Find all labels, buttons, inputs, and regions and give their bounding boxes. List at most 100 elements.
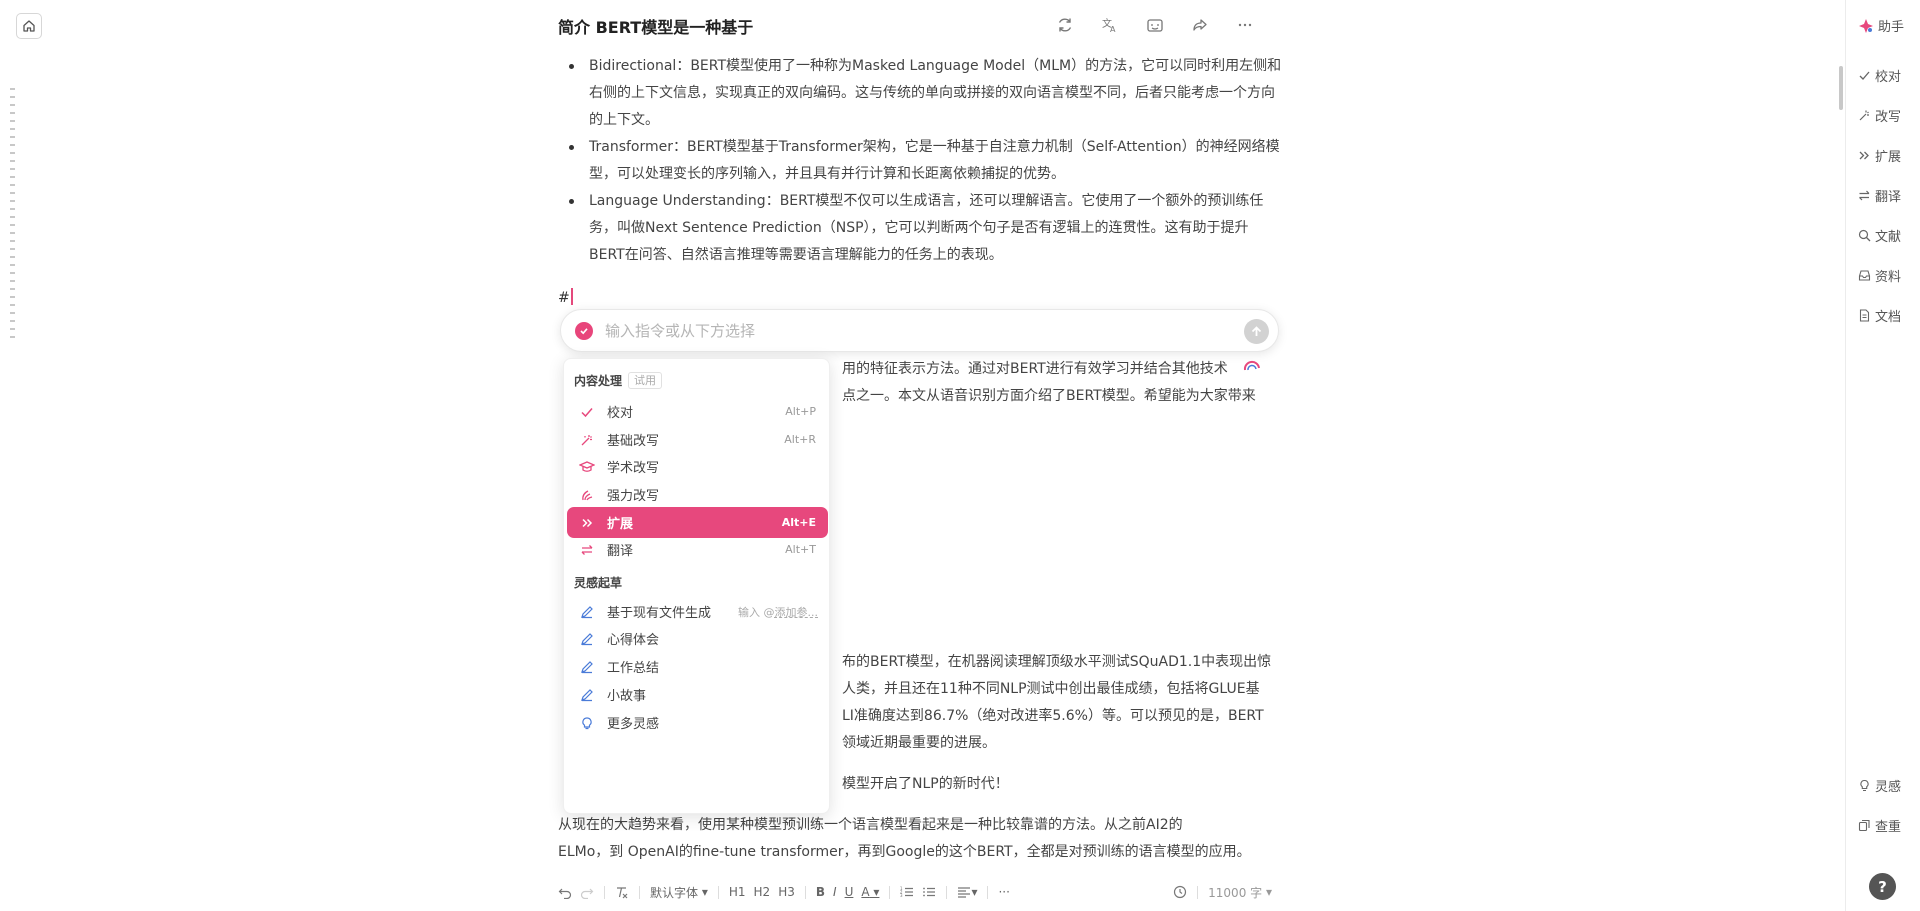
ordered-list-icon[interactable]: 123 xyxy=(900,881,914,903)
toolbar-divider xyxy=(889,885,891,899)
heading3-button[interactable]: H3 xyxy=(778,881,795,903)
more-icon[interactable] xyxy=(1234,14,1256,36)
send-button[interactable] xyxy=(1244,319,1269,344)
menu-item-work-summary[interactable]: 工作总结 xyxy=(567,651,828,682)
translate-icon[interactable]: 文A xyxy=(1099,14,1121,36)
scrollbar-thumb[interactable] xyxy=(1839,66,1843,110)
attach-file-hint[interactable]: 输入 @添加参... xyxy=(738,604,818,620)
right-tool-label: 改写 xyxy=(1875,110,1902,125)
pen-icon xyxy=(577,629,597,649)
partial-paragraph-line[interactable]: 人类，并且还在11种不同NLP测试中创出最佳成绩，包括将GLUE基 xyxy=(842,676,1260,703)
bullet-list-icon[interactable] xyxy=(922,881,936,903)
toolbar-divider xyxy=(717,885,719,899)
share-icon[interactable] xyxy=(1189,14,1211,36)
heading1-button[interactable]: H1 xyxy=(729,881,746,903)
menu-item-translate[interactable]: 翻译 Alt+T xyxy=(567,534,828,565)
heading-marker: # xyxy=(558,290,570,306)
paragraph-line[interactable]: ELMo，到 OpenAI的fine-tune transformer，再到Go… xyxy=(558,839,1251,866)
ai-logo-icon xyxy=(575,322,593,340)
ai-command-input[interactable] xyxy=(605,320,1205,342)
menu-item-shortcut: Alt+P xyxy=(785,405,816,418)
document-outline-markers[interactable] xyxy=(10,88,15,342)
menu-item-label: 心得体会 xyxy=(607,633,660,648)
heading-line[interactable]: # xyxy=(558,288,573,306)
heading2-button[interactable]: H2 xyxy=(754,881,771,903)
menu-item-label: 基础改写 xyxy=(607,434,660,449)
bullet-item[interactable]: Bidirectional：BERT模型使用了一种称为Masked Langua… xyxy=(558,53,1284,134)
underline-button[interactable]: U xyxy=(845,881,854,903)
sparkle-rewrite-icon xyxy=(577,430,597,450)
right-tool-rewrite[interactable]: 改写 xyxy=(1858,106,1901,125)
text-color-button[interactable]: A ▾ xyxy=(861,881,879,903)
menu-item-label: 基于现有文件生成 xyxy=(607,606,712,621)
menu-item-label: 学术改写 xyxy=(607,461,660,476)
feature-bullet-list[interactable]: Bidirectional：BERT模型使用了一种称为Masked Langua… xyxy=(558,53,1284,269)
right-tool-plagiarism-check[interactable]: 查重 xyxy=(1858,816,1901,835)
menu-item-more-ideas[interactable]: 更多灵感 xyxy=(567,707,828,738)
menu-item-reflection[interactable]: 心得体会 xyxy=(567,623,828,654)
right-tool-documents[interactable]: 文档 xyxy=(1858,306,1901,325)
toolbar-divider xyxy=(946,885,948,899)
right-tool-proofread[interactable]: 校对 xyxy=(1858,66,1901,85)
more-options-icon[interactable]: ··· xyxy=(998,881,1009,903)
history-clock-icon[interactable] xyxy=(1173,881,1187,903)
paragraph-line[interactable]: 从现在的大趋势来看，使用某种模型预训练一个语言模型看起来是一种比较靠谱的方法。从… xyxy=(558,812,1183,839)
title-actions: 文A xyxy=(1054,14,1256,36)
partial-paragraph-line[interactable]: 领域近期最重要的进展。 xyxy=(842,730,996,757)
right-tool-literature[interactable]: 文献 xyxy=(1858,226,1901,245)
redo-icon[interactable] xyxy=(580,881,594,903)
align-select[interactable]: ▾ xyxy=(957,881,977,903)
clear-format-icon[interactable] xyxy=(615,881,629,903)
menu-item-academic-rewrite[interactable]: 学术改写 xyxy=(567,451,828,482)
inbox-icon xyxy=(1858,270,1871,281)
right-tool-label: 校对 xyxy=(1875,70,1902,85)
check-icon xyxy=(1859,71,1870,80)
toolbar-divider xyxy=(639,885,640,899)
menu-item-label: 小故事 xyxy=(607,689,647,704)
lightbulb-icon xyxy=(577,713,597,733)
menu-item-power-rewrite[interactable]: 强力改写 xyxy=(567,479,828,510)
partial-paragraph-line[interactable]: 用的特征表示方法。通过对BERT进行有效学习并结合其他技术 xyxy=(842,356,1228,383)
menu-section-title: 内容处理 试用 xyxy=(574,372,663,389)
image-box-icon[interactable] xyxy=(1144,14,1166,36)
undo-icon[interactable] xyxy=(558,881,572,903)
pen-icon xyxy=(577,602,597,622)
menu-item-short-story[interactable]: 小故事 xyxy=(567,679,828,710)
partial-paragraph-line[interactable]: 点之一。本文从语音识别方面介绍了BERT模型。希望能为大家带来 xyxy=(842,383,1256,410)
ai-command-bar xyxy=(560,309,1279,352)
font-family-select[interactable]: 默认字体 ▾ xyxy=(650,881,708,903)
right-tool-inspiration[interactable]: 灵感 xyxy=(1858,776,1901,795)
assistant-logo-icon xyxy=(1859,18,1873,33)
refresh-icon[interactable] xyxy=(1054,14,1076,36)
partial-paragraph-line[interactable]: LI准确度达到86.7%（绝对改进率5.6%）等。可以预见的是，BERT xyxy=(842,703,1264,730)
right-panel-divider xyxy=(1845,0,1846,911)
graduation-cap-icon xyxy=(577,457,597,477)
partial-paragraph-line[interactable]: 模型开启了NLP的新时代！ xyxy=(842,771,1009,798)
bullet-item[interactable]: Transformer：BERT模型基于Transformer架构，它是一种基于… xyxy=(558,134,1284,188)
right-tool-translate[interactable]: 翻译 xyxy=(1858,186,1901,205)
menu-item-proofread[interactable]: 校对 Alt+P xyxy=(567,396,828,427)
partial-paragraph-line[interactable]: 布的BERT模型，在机器阅读理解顶级水平测试SQuAD1.1中表现出惊 xyxy=(842,649,1271,676)
help-button[interactable]: ? xyxy=(1869,873,1896,900)
bullet-item[interactable]: Language Understanding：BERT模型不仅可以生成语言，还可… xyxy=(558,188,1284,269)
toolbar-divider xyxy=(604,885,605,899)
pen-icon xyxy=(577,685,597,705)
right-tool-label: 扩展 xyxy=(1875,150,1902,165)
assistant-button[interactable]: 助手 xyxy=(1858,16,1904,35)
svg-text:A: A xyxy=(1110,25,1116,34)
right-tool-materials[interactable]: 资料 xyxy=(1858,266,1901,285)
arrow-up-icon xyxy=(1251,326,1262,336)
align-left-icon xyxy=(958,887,971,898)
right-tool-label: 资料 xyxy=(1875,270,1902,285)
text-color-label: A xyxy=(861,885,870,899)
right-tool-expand[interactable]: 扩展 xyxy=(1858,146,1901,165)
italic-button[interactable]: I xyxy=(833,881,837,903)
word-count-select[interactable]: 11000 字 ▾ xyxy=(1208,881,1272,903)
menu-item-label: 翻译 xyxy=(607,544,634,559)
home-button[interactable] xyxy=(16,13,42,39)
bold-button[interactable]: B xyxy=(816,881,825,903)
document-title: 简介 BERT模型是一种基于 xyxy=(558,18,754,37)
bottom-toolbar: 默认字体 ▾ H1 H2 H3 B I U A ▾ 123 ▾ ··· 1100… xyxy=(558,880,1280,904)
menu-item-shortcut: Alt+E xyxy=(781,516,816,529)
add-reference-link[interactable]: 添加参... xyxy=(775,606,819,619)
